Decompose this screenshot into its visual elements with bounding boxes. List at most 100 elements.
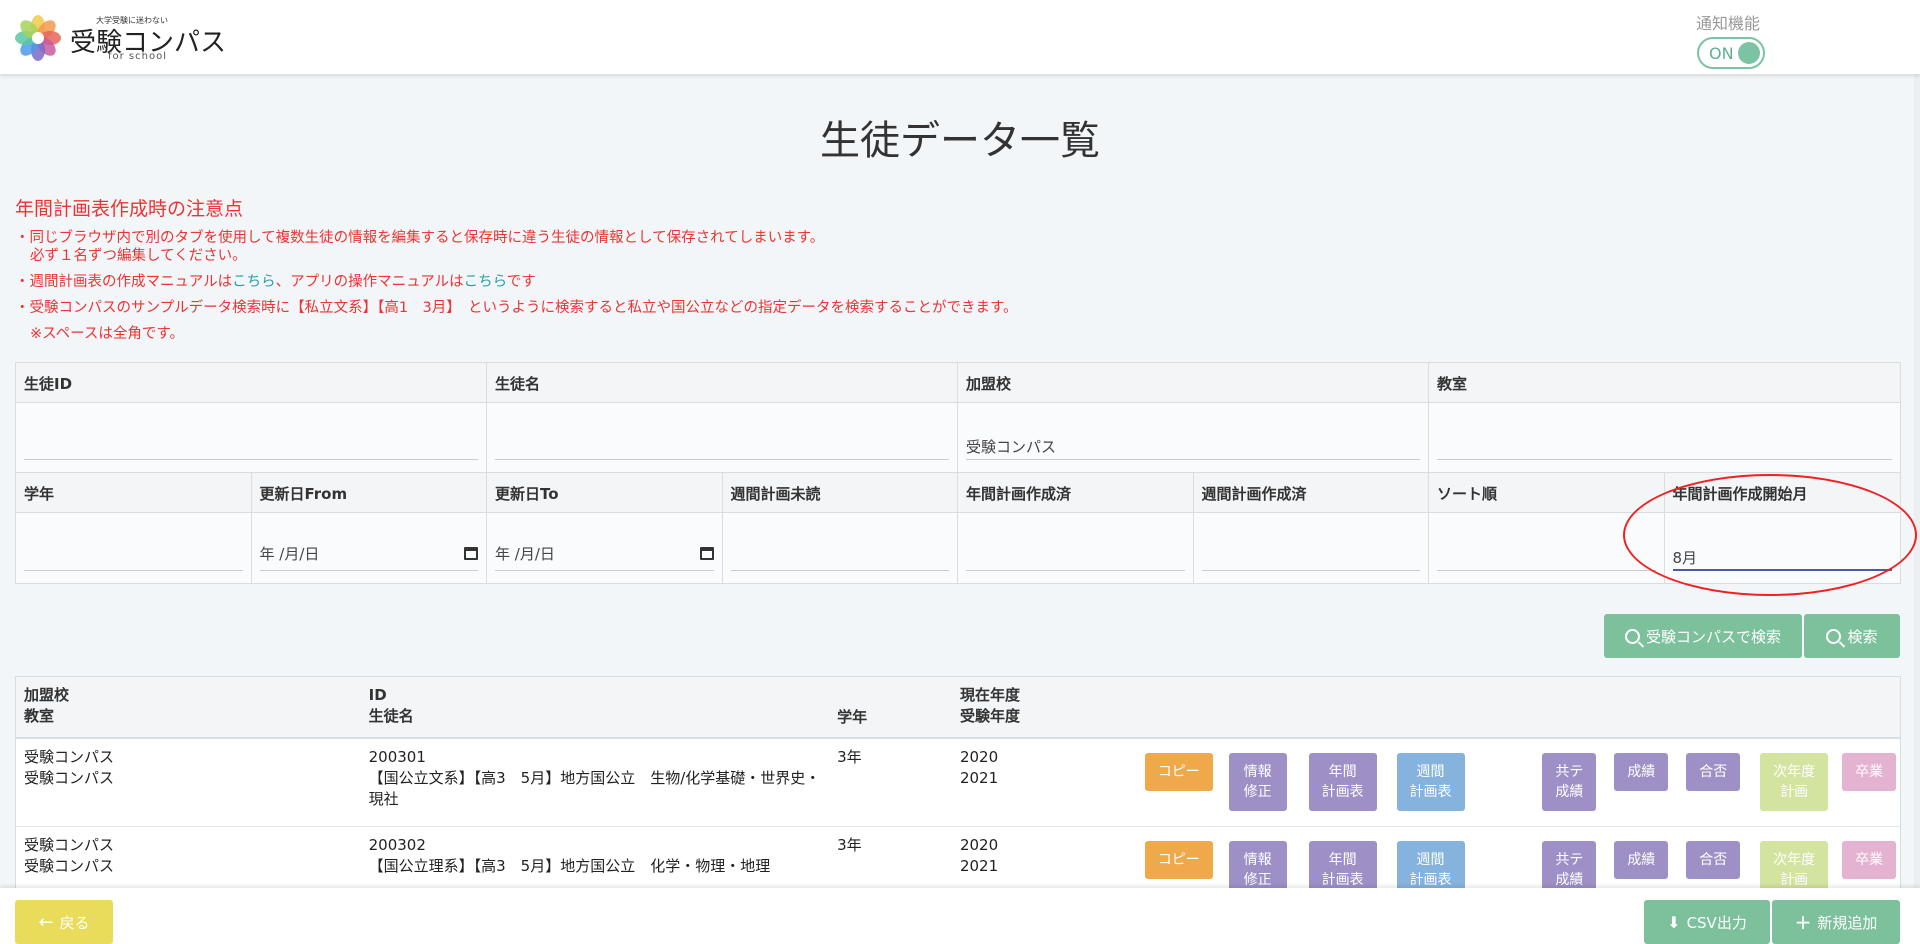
- annual-plan-button[interactable]: 年間 計画表: [1308, 753, 1377, 811]
- updated-from-date-input[interactable]: 年 /月/日: [259, 537, 478, 571]
- weekly-created-select[interactable]: [1201, 537, 1420, 571]
- common-test-button[interactable]: 共テ 成績: [1542, 753, 1597, 811]
- search-compass-button[interactable]: 受験コンパスで検索: [1604, 614, 1802, 658]
- row-id: 200301: [368, 748, 426, 766]
- search-label: 検索: [1847, 627, 1878, 646]
- calendar-icon[interactable]: [699, 547, 714, 560]
- row-name: 【国公立文系】【高3 5月】地方国公立 生物/化学基礎・世界史・現社: [368, 769, 821, 808]
- plus-icon: +: [1794, 910, 1812, 934]
- student-table: 加盟校 教室 ID 生徒名 学年 現在年度 受験年度 受験コンパス 受験コンパス 200…: [15, 676, 1901, 916]
- common-test-label-2: 成績: [1555, 872, 1584, 888]
- student-id-input[interactable]: [24, 426, 478, 460]
- filter-label-weekly-unread: 週間計画未読: [723, 473, 958, 512]
- header-exam-year: 受験年度: [959, 707, 1020, 725]
- next-year-label-2: 計画: [1780, 872, 1809, 888]
- header-classroom: 教室: [24, 707, 55, 725]
- row-current-year: 2020: [959, 836, 999, 854]
- classroom-input[interactable]: [1437, 426, 1892, 460]
- common-test-label-1: 共テ: [1555, 852, 1584, 868]
- filter-label-sort-order: ソート順: [1429, 473, 1665, 512]
- graduate-button[interactable]: 卒業: [1842, 753, 1897, 791]
- row-school: 受験コンパス: [24, 836, 115, 854]
- csv-label: CSV出力: [1686, 913, 1747, 932]
- annual-plan-label-2: 計画表: [1321, 784, 1364, 800]
- scrollbar[interactable]: [1914, 74, 1920, 888]
- date-placeholder: 年 /月/日: [259, 545, 320, 563]
- arrow-left-icon: ←: [38, 911, 54, 933]
- filter-label-updated-to: 更新日To: [487, 473, 723, 512]
- notice-title: 年間計画表作成時の注意点: [15, 198, 244, 220]
- next-year-label-1: 次年度: [1773, 764, 1816, 780]
- common-test-label-2: 成績: [1555, 784, 1584, 800]
- notice-section: 年間計画表作成時の注意点 ・同じブラウザ内で別のタブを使用して複数生徒の情報を編…: [15, 194, 1018, 343]
- filter-header-row-1: 生徒ID 生徒名 加盟校 教室: [16, 363, 1900, 403]
- row-school: 受験コンパス: [24, 748, 115, 766]
- notice-line-2-mid: 、アプリの操作マニュアルは: [275, 274, 464, 290]
- toggle-state-text: ON: [1709, 44, 1734, 63]
- notice-line-3b: ※スペースは全角です。: [30, 326, 184, 342]
- grade-select[interactable]: [24, 537, 243, 571]
- notice-line-2-pre: ・週間計画表の作成マニュアルは: [15, 274, 233, 290]
- row-id: 200302: [368, 836, 426, 854]
- row-grade: 3年: [837, 748, 862, 766]
- next-year-label-1: 次年度: [1773, 852, 1816, 868]
- filter-label-annual-created: 年間計画作成済: [958, 473, 1194, 512]
- updated-to-date-input[interactable]: 年 /月/日: [495, 537, 714, 571]
- student-name-input[interactable]: [495, 426, 949, 460]
- sort-order-select[interactable]: [1437, 537, 1656, 571]
- csv-export-button[interactable]: ⬇ CSV出力: [1644, 900, 1770, 944]
- app-manual-link[interactable]: こちら: [464, 274, 507, 290]
- notice-line-2: ・週間計画表の作成マニュアルはこちら、アプリの操作マニュアルはこちらです: [15, 273, 1018, 291]
- date-placeholder: 年 /月/日: [495, 545, 555, 563]
- annual-plan-label-2: 計画表: [1321, 872, 1364, 888]
- calendar-icon[interactable]: [464, 547, 478, 560]
- page-title: 生徒データ一覧: [820, 118, 1100, 164]
- header-grade: 学年: [837, 708, 868, 726]
- filter-input-row-1: 受験コンパス: [16, 403, 1900, 473]
- annual-created-select[interactable]: [966, 537, 1185, 571]
- weekly-plan-button[interactable]: 週間 計画表: [1396, 753, 1465, 811]
- flower-logo-icon: [15, 15, 61, 61]
- back-button[interactable]: ← 戻る: [15, 900, 113, 944]
- row-exam-year: 2021: [959, 857, 999, 875]
- copy-button[interactable]: コピー: [1144, 753, 1213, 791]
- row-classroom: 受験コンパス: [24, 857, 115, 875]
- weekly-plan-label-2: 計画表: [1409, 872, 1452, 888]
- notification-toggle[interactable]: ON: [1697, 37, 1765, 69]
- header-school: 加盟校: [24, 686, 70, 704]
- notice-line-1b: 必ず１名ずつ編集してください。: [30, 248, 247, 264]
- copy-button[interactable]: コピー: [1144, 841, 1213, 879]
- filter-input-row-2: 年 /月/日 年 /月/日 8月: [16, 513, 1900, 583]
- search-button[interactable]: 検索: [1804, 614, 1900, 658]
- edit-info-label-1: 情報: [1243, 764, 1272, 780]
- filter-label-grade: 学年: [16, 473, 252, 512]
- next-year-plan-button[interactable]: 次年度 計画: [1760, 753, 1829, 811]
- header-current-year: 現在年度: [959, 686, 1020, 704]
- toggle-knob: [1738, 42, 1760, 64]
- school-input[interactable]: 受験コンパス: [966, 426, 1420, 460]
- filter-label-updated-from: 更新日From: [252, 473, 487, 512]
- grades-button[interactable]: 成績: [1614, 753, 1669, 791]
- search-icon: [1826, 628, 1842, 644]
- pass-fail-button[interactable]: 合否: [1686, 841, 1741, 879]
- add-new-button[interactable]: + 新規追加: [1772, 900, 1900, 944]
- filter-label-school: 加盟校: [958, 363, 1429, 402]
- notification-label: 通知機能: [1696, 14, 1761, 33]
- edit-info-label-1: 情報: [1243, 852, 1272, 868]
- notice-line-1: ・同じブラウザ内で別のタブを使用して複数生徒の情報を編集すると保存時に違う生徒の…: [15, 230, 825, 246]
- pass-fail-button[interactable]: 合否: [1686, 753, 1741, 791]
- graduate-button[interactable]: 卒業: [1842, 841, 1897, 879]
- edit-info-button[interactable]: 情報 修正: [1228, 753, 1287, 811]
- edit-info-label-2: 修正: [1243, 784, 1272, 800]
- table-header-row: 加盟校 教室 ID 生徒名 学年 現在年度 受験年度: [16, 677, 1900, 739]
- row-name: 【国公立理系】【高3 5月】地方国公立 化学・物理・地理: [368, 857, 771, 875]
- header-name: 生徒名: [368, 707, 414, 725]
- weekly-unread-select[interactable]: [730, 537, 949, 571]
- new-label: 新規追加: [1817, 913, 1878, 932]
- start-month-select[interactable]: 8月: [1672, 537, 1892, 571]
- annual-plan-label-1: 年間: [1328, 764, 1357, 780]
- weekly-manual-link[interactable]: こちら: [232, 274, 276, 290]
- grades-button[interactable]: 成績: [1614, 841, 1669, 879]
- app-logo[interactable]: 大学受験に迷わない 受験コンパス for school: [14, 12, 226, 64]
- back-label: 戻る: [59, 913, 90, 932]
